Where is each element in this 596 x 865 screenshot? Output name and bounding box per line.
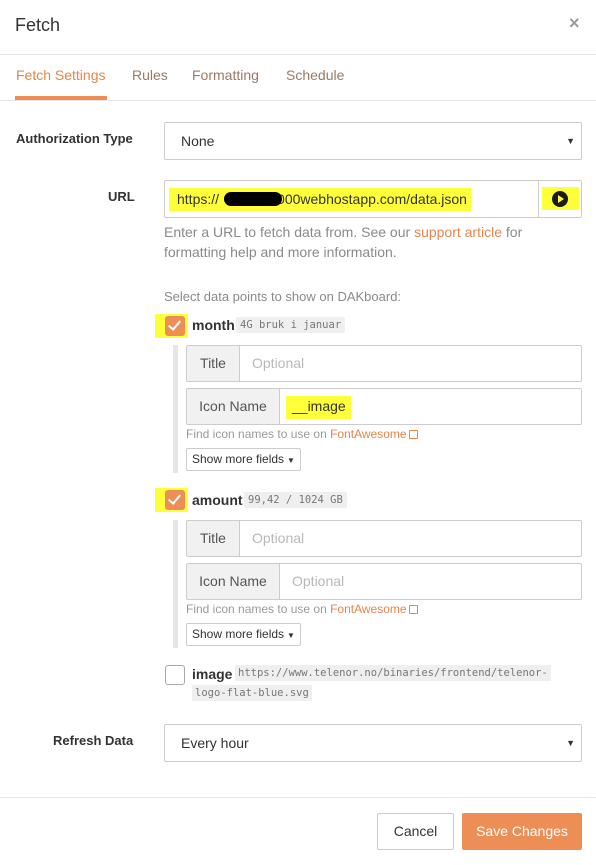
amount-icon-addon: Icon Name: [187, 564, 280, 599]
amount-find-icons: Find icon names to use on FontAwesome: [186, 602, 418, 616]
amount-sample: 99,42 / 1024 GB: [244, 492, 347, 508]
image-sample: https://www.telenor.no/binaries/frontend…: [235, 662, 585, 684]
help-prefix: Enter a URL to fetch data from. See our: [164, 224, 415, 240]
caret-down-icon: ▼: [287, 456, 295, 465]
month-find-icons: Find icon names to use on FontAwesome: [186, 427, 418, 441]
url-help-text: Enter a URL to fetch data from. See our …: [164, 222, 544, 262]
find-prefix: Find icon names to use on: [186, 602, 331, 616]
month-title-group: Title Optional: [186, 345, 582, 382]
image-sample-line2: logo-flat-blue.svg: [192, 685, 312, 701]
fetch-play-button[interactable]: [538, 181, 581, 217]
month-show-more-button[interactable]: Show more fields ▼: [186, 448, 301, 471]
footer-divider: [0, 797, 596, 798]
tabs-divider: [0, 100, 596, 101]
tab-schedule[interactable]: Schedule: [286, 67, 344, 83]
image-sample-line1: https://www.telenor.no/binaries/frontend…: [235, 665, 551, 681]
show-more-label: Show more fields: [192, 627, 285, 641]
modal-title: Fetch: [15, 15, 61, 35]
external-link-icon: [408, 605, 418, 614]
url-label: URL: [108, 189, 135, 204]
amount-title-addon: Title: [187, 521, 240, 556]
image-label: image: [192, 666, 233, 682]
month-icon-addon: Icon Name: [187, 389, 280, 424]
play-circle-icon: [552, 191, 568, 207]
amount-checkbox[interactable]: [165, 490, 185, 510]
find-prefix: Find icon names to use on: [186, 427, 331, 441]
show-more-label: Show more fields: [192, 452, 285, 466]
header-divider: [0, 54, 596, 55]
month-sample: 4G bruk i januar: [236, 317, 346, 333]
month-title-addon: Title: [187, 346, 240, 381]
amount-title-group: Title Optional: [186, 520, 582, 557]
image-checkbox[interactable]: [165, 665, 185, 685]
tab-formatting[interactable]: Formatting: [192, 67, 259, 83]
support-article-link[interactable]: support article: [414, 224, 502, 240]
amount-show-more-button[interactable]: Show more fields ▼: [186, 623, 301, 646]
refresh-label: Refresh Data: [53, 733, 134, 748]
month-title-input[interactable]: Optional: [240, 346, 304, 381]
amount-label: amount: [192, 492, 243, 508]
month-fields-bar: [173, 345, 178, 473]
fontawesome-link[interactable]: FontAwesome: [330, 427, 406, 441]
caret-down-icon: ▼: [287, 631, 295, 640]
save-changes-button[interactable]: Save Changes: [462, 813, 582, 850]
cancel-button[interactable]: Cancel: [377, 813, 454, 850]
month-icon-group: Icon Name __image: [186, 388, 582, 425]
close-icon[interactable]: ×: [569, 13, 580, 33]
image-sample-cont: logo-flat-blue.svg: [192, 682, 312, 704]
check-icon: [167, 491, 182, 505]
check-icon: [167, 317, 182, 331]
auth-type-label: Authorization Type: [16, 131, 133, 146]
auth-type-value: None: [181, 133, 215, 149]
tab-rules[interactable]: Rules: [132, 67, 168, 83]
url-input[interactable]: https://000webhostapp.com/data.json: [165, 181, 538, 217]
amount-fields-bar: [173, 520, 178, 648]
month-icon-input[interactable]: __image: [280, 389, 581, 424]
url-redaction: [224, 192, 282, 206]
tab-fetch-settings[interactable]: Fetch Settings: [16, 67, 106, 83]
caret-down-icon: ▼: [566, 738, 575, 748]
amount-icon-group: Icon Name Optional: [186, 563, 582, 600]
caret-down-icon: ▼: [566, 136, 575, 146]
url-field-group: https://000webhostapp.com/data.json: [164, 180, 582, 218]
fontawesome-link[interactable]: FontAwesome: [330, 602, 406, 616]
amount-icon-input[interactable]: Optional: [280, 564, 344, 599]
url-value: https://: [177, 191, 220, 207]
external-link-icon: [408, 430, 418, 439]
month-icon-value: __image: [292, 398, 346, 414]
refresh-value: Every hour: [181, 735, 249, 751]
amount-title-input[interactable]: Optional: [240, 521, 304, 556]
auth-type-select[interactable]: None ▼: [164, 122, 582, 160]
month-label: month: [192, 317, 235, 333]
month-checkbox[interactable]: [165, 316, 185, 336]
refresh-select[interactable]: Every hour ▼: [164, 724, 582, 762]
datapoints-hint: Select data points to show on DAKboard:: [164, 289, 402, 304]
